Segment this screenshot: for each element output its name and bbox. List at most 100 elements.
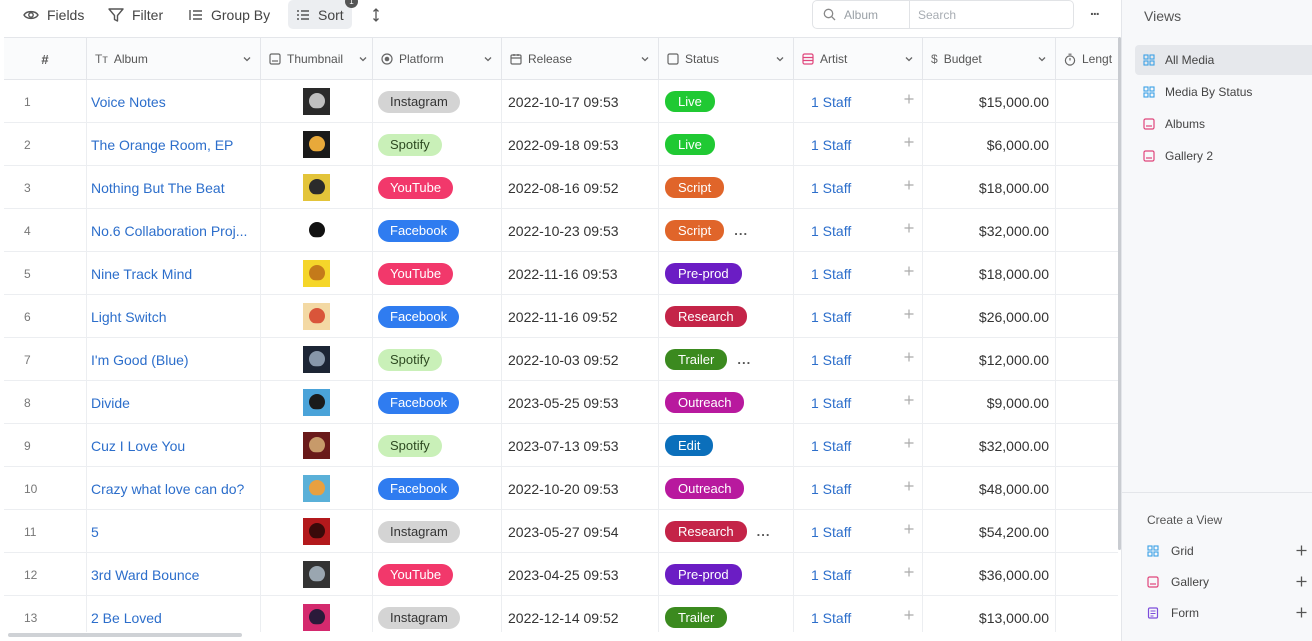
- length-value[interactable]: [1056, 252, 1118, 295]
- col-header-album[interactable]: Tт Album: [87, 38, 261, 80]
- artist-link[interactable]: 1 Staff: [794, 80, 923, 123]
- thumbnail-cell[interactable]: [261, 381, 373, 424]
- table-row[interactable]: 10 Crazy what love can do? Facebook 2022-10…: [4, 467, 1118, 510]
- artist-link[interactable]: 1 Staff: [794, 553, 923, 596]
- more-tags-indicator[interactable]: ...: [734, 223, 748, 238]
- add-icon[interactable]: [1296, 545, 1307, 556]
- plus-icon[interactable]: [904, 223, 914, 233]
- artist-link[interactable]: 1 Staff: [794, 596, 923, 632]
- length-value[interactable]: [1056, 510, 1118, 553]
- album-thumbnail-image[interactable]: [303, 174, 330, 201]
- budget-value[interactable]: $6,000.00: [923, 123, 1056, 166]
- plus-icon[interactable]: [904, 481, 914, 491]
- status-cell[interactable]: Trailer...: [659, 338, 794, 381]
- view-item[interactable]: Albums: [1135, 109, 1312, 139]
- chevron-down-icon[interactable]: [775, 54, 785, 64]
- table-row[interactable]: 5 Nine Track Mind YouTube 2022-11-16 09:53 P…: [4, 252, 1118, 295]
- view-item[interactable]: All Media: [1135, 45, 1312, 75]
- artist-link[interactable]: 1 Staff: [794, 252, 923, 295]
- release-date[interactable]: 2022-10-20 09:53: [502, 467, 659, 510]
- table-row[interactable]: 7 I'm Good (Blue) Spotify 2022-10-03 09:52 T…: [4, 338, 1118, 381]
- release-date[interactable]: 2022-12-14 09:52: [502, 596, 659, 632]
- status-cell[interactable]: Research: [659, 295, 794, 338]
- platform-cell[interactable]: Spotify: [373, 123, 502, 166]
- length-value[interactable]: [1056, 553, 1118, 596]
- platform-cell[interactable]: YouTube: [373, 166, 502, 209]
- release-date[interactable]: 2022-11-16 09:52: [502, 295, 659, 338]
- length-value[interactable]: [1056, 424, 1118, 467]
- status-cell[interactable]: Pre-prod: [659, 252, 794, 295]
- artist-link[interactable]: 1 Staff: [794, 338, 923, 381]
- album-thumbnail-image[interactable]: [303, 88, 330, 115]
- album-title-link[interactable]: The Orange Room, EP: [87, 123, 261, 166]
- length-value[interactable]: [1056, 80, 1118, 123]
- status-cell[interactable]: Edit: [659, 424, 794, 467]
- search-field-selector[interactable]: Album: [813, 1, 910, 28]
- album-title-link[interactable]: Nothing But The Beat: [87, 166, 261, 209]
- status-cell[interactable]: Script: [659, 166, 794, 209]
- length-value[interactable]: [1056, 596, 1118, 632]
- budget-value[interactable]: $26,000.00: [923, 295, 1056, 338]
- plus-icon[interactable]: [904, 395, 914, 405]
- artist-link[interactable]: 1 Staff: [794, 381, 923, 424]
- album-title-link[interactable]: 5: [87, 510, 261, 553]
- release-date[interactable]: 2023-05-25 09:53: [502, 381, 659, 424]
- thumbnail-cell[interactable]: [261, 596, 373, 632]
- status-cell[interactable]: Pre-prod: [659, 553, 794, 596]
- col-header-status[interactable]: Status: [659, 38, 794, 80]
- platform-cell[interactable]: YouTube: [373, 553, 502, 596]
- length-value[interactable]: [1056, 209, 1118, 252]
- thumbnail-cell[interactable]: [261, 338, 373, 381]
- album-thumbnail-image[interactable]: [303, 303, 330, 330]
- album-title-link[interactable]: Nine Track Mind: [87, 252, 261, 295]
- platform-cell[interactable]: Facebook: [373, 295, 502, 338]
- status-cell[interactable]: Live: [659, 123, 794, 166]
- thumbnail-cell[interactable]: [261, 123, 373, 166]
- col-header-artist[interactable]: Artist: [794, 38, 923, 80]
- create-view-item[interactable]: Form: [1147, 603, 1307, 623]
- album-title-link[interactable]: 2 Be Loved: [87, 596, 261, 632]
- budget-value[interactable]: $32,000.00: [923, 424, 1056, 467]
- platform-cell[interactable]: YouTube: [373, 252, 502, 295]
- view-item[interactable]: Gallery 2: [1135, 141, 1312, 171]
- plus-icon[interactable]: [904, 94, 914, 104]
- thumbnail-cell[interactable]: [261, 553, 373, 596]
- table-row[interactable]: 11 5 Instagram 2023-05-27 09:54 Research... 1…: [4, 510, 1118, 553]
- status-cell[interactable]: Live: [659, 80, 794, 123]
- fields-button[interactable]: Fields: [23, 0, 84, 29]
- view-item[interactable]: Media By Status: [1135, 77, 1312, 107]
- table-row[interactable]: 12 3rd Ward Bounce YouTube 2023-04-25 09:53…: [4, 553, 1118, 596]
- album-thumbnail-image[interactable]: [303, 561, 330, 588]
- horizontal-scrollbar[interactable]: [8, 633, 242, 637]
- status-cell[interactable]: Trailer: [659, 596, 794, 632]
- artist-link[interactable]: 1 Staff: [794, 424, 923, 467]
- platform-cell[interactable]: Spotify: [373, 338, 502, 381]
- col-header-release[interactable]: Release: [502, 38, 659, 80]
- album-thumbnail-image[interactable]: [303, 217, 330, 244]
- budget-value[interactable]: $13,000.00: [923, 596, 1056, 632]
- plus-icon[interactable]: [904, 610, 914, 620]
- release-date[interactable]: 2022-10-23 09:53: [502, 209, 659, 252]
- thumbnail-cell[interactable]: [261, 467, 373, 510]
- search-input[interactable]: [910, 1, 1073, 28]
- platform-cell[interactable]: Facebook: [373, 381, 502, 424]
- album-title-link[interactable]: Light Switch: [87, 295, 261, 338]
- chevron-down-icon[interactable]: [242, 54, 252, 64]
- platform-cell[interactable]: Facebook: [373, 467, 502, 510]
- plus-icon[interactable]: [904, 352, 914, 362]
- release-date[interactable]: 2022-10-17 09:53: [502, 80, 659, 123]
- thumbnail-cell[interactable]: [261, 80, 373, 123]
- platform-cell[interactable]: Instagram: [373, 510, 502, 553]
- plus-icon[interactable]: [904, 266, 914, 276]
- group-by-button[interactable]: Group By: [189, 0, 270, 29]
- thumbnail-cell[interactable]: [261, 166, 373, 209]
- artist-link[interactable]: 1 Staff: [794, 209, 923, 252]
- chevron-down-icon[interactable]: [1037, 54, 1047, 64]
- album-title-link[interactable]: Voice Notes: [87, 80, 261, 123]
- length-value[interactable]: [1056, 123, 1118, 166]
- budget-value[interactable]: $54,200.00: [923, 510, 1056, 553]
- thumbnail-cell[interactable]: [261, 209, 373, 252]
- plus-icon[interactable]: [904, 137, 914, 147]
- album-thumbnail-image[interactable]: [303, 346, 330, 373]
- col-header-budget[interactable]: $ Budget: [923, 38, 1056, 80]
